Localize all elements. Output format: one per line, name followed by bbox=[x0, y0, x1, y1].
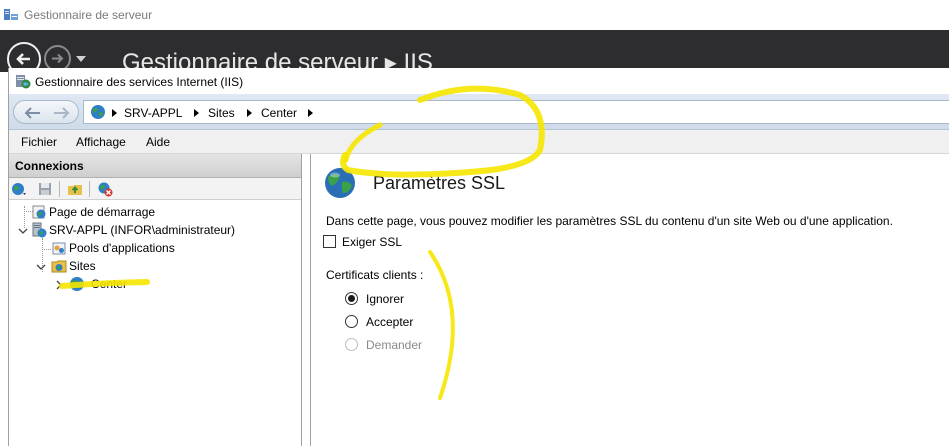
path-center[interactable]: Center bbox=[261, 106, 297, 120]
arrow-left-icon bbox=[16, 53, 30, 65]
globe-icon bbox=[91, 105, 105, 119]
forward-arrow-icon[interactable] bbox=[52, 106, 70, 120]
path-separator-icon bbox=[247, 109, 252, 117]
sites-folder-icon bbox=[51, 260, 67, 273]
iis-app-icon bbox=[16, 75, 31, 89]
radio-require bbox=[345, 338, 358, 351]
server-icon bbox=[32, 222, 47, 238]
path-separator-icon bbox=[194, 109, 199, 117]
save-icon[interactable] bbox=[37, 181, 53, 197]
radio-accept-label[interactable]: Accepter bbox=[366, 315, 413, 329]
page-title: Paramètres SSL bbox=[373, 173, 506, 193]
server-manager-header: Gestionnaire de serveur ▸ IIS bbox=[0, 30, 949, 72]
arrow-right-icon bbox=[52, 53, 64, 64]
radio-require-label: Demander bbox=[366, 338, 423, 352]
iis-titlebar: Gestionnaire des services Internet (IIS) bbox=[9, 68, 949, 94]
disconnect-icon[interactable] bbox=[97, 181, 113, 197]
require-ssl-checkbox[interactable] bbox=[323, 235, 336, 248]
history-dropdown-icon[interactable] bbox=[76, 56, 86, 62]
radio-ignore[interactable] bbox=[345, 292, 358, 305]
menu-fichier[interactable]: Fichier bbox=[21, 135, 57, 149]
address-path[interactable]: SRV-APPL Sites Center bbox=[83, 100, 949, 124]
tree-item-label: Center bbox=[91, 277, 128, 291]
tree-item-label: Pools d'applications bbox=[69, 241, 175, 255]
menu-affichage[interactable]: Affichage bbox=[76, 135, 126, 149]
toolbar-separator bbox=[89, 181, 90, 197]
collapse-chevron-icon[interactable] bbox=[18, 226, 28, 236]
globe-icon bbox=[70, 277, 84, 291]
ssl-settings-pane: Paramètres SSL Dans cette page, vous pou… bbox=[310, 154, 949, 446]
tree-line bbox=[42, 249, 51, 250]
up-folder-icon[interactable] bbox=[67, 181, 83, 197]
connect-globe-icon[interactable] bbox=[11, 181, 27, 197]
nav-buttons bbox=[13, 100, 79, 124]
connections-toolbar bbox=[9, 178, 301, 200]
path-sites[interactable]: Sites bbox=[208, 106, 235, 120]
connections-pane: Connexions Page de démarrage SRV-APPL (I… bbox=[9, 154, 302, 446]
tree-item-label: SRV-APPL (INFOR\administrateur) bbox=[49, 223, 236, 237]
app-pools-icon bbox=[52, 242, 66, 255]
ssl-globe-icon bbox=[325, 168, 355, 198]
server-manager-icon bbox=[4, 9, 18, 20]
menu-aide[interactable]: Aide bbox=[146, 135, 170, 149]
start-page-icon bbox=[32, 205, 46, 219]
iis-manager-window: Gestionnaire des services Internet (IIS)… bbox=[8, 68, 949, 446]
collapse-chevron-icon[interactable] bbox=[36, 262, 46, 272]
tree-item-label: Sites bbox=[69, 259, 96, 273]
address-bar: SRV-APPL Sites Center bbox=[9, 94, 949, 130]
expand-chevron-icon[interactable] bbox=[54, 280, 64, 290]
server-manager-title: Gestionnaire de serveur bbox=[24, 8, 153, 22]
connections-header: Connexions bbox=[9, 154, 301, 178]
server-manager-titlebar: Gestionnaire de serveur bbox=[0, 0, 949, 30]
path-server[interactable]: SRV-APPL bbox=[124, 106, 182, 120]
iis-window-title: Gestionnaire des services Internet (IIS) bbox=[35, 75, 244, 89]
radio-accept[interactable] bbox=[345, 315, 358, 328]
path-separator-icon bbox=[112, 109, 117, 117]
tree-line bbox=[24, 206, 25, 228]
page-description: Dans cette page, vous pouvez modifier le… bbox=[326, 214, 893, 228]
radio-ignore-label[interactable]: Ignorer bbox=[366, 292, 404, 306]
back-arrow-icon[interactable] bbox=[24, 106, 42, 120]
require-ssl-label[interactable]: Exiger SSL bbox=[342, 235, 402, 249]
menu-bar: Fichier Affichage Aide bbox=[9, 130, 949, 154]
connections-tree: Page de démarrage SRV-APPL (INFOR\admini… bbox=[9, 200, 301, 446]
tree-item-label: Page de démarrage bbox=[49, 205, 156, 219]
client-certificates-label: Certificats clients : bbox=[326, 268, 424, 282]
path-separator-icon bbox=[308, 109, 313, 117]
connections-title: Connexions bbox=[15, 159, 84, 173]
toolbar-separator bbox=[59, 181, 60, 197]
